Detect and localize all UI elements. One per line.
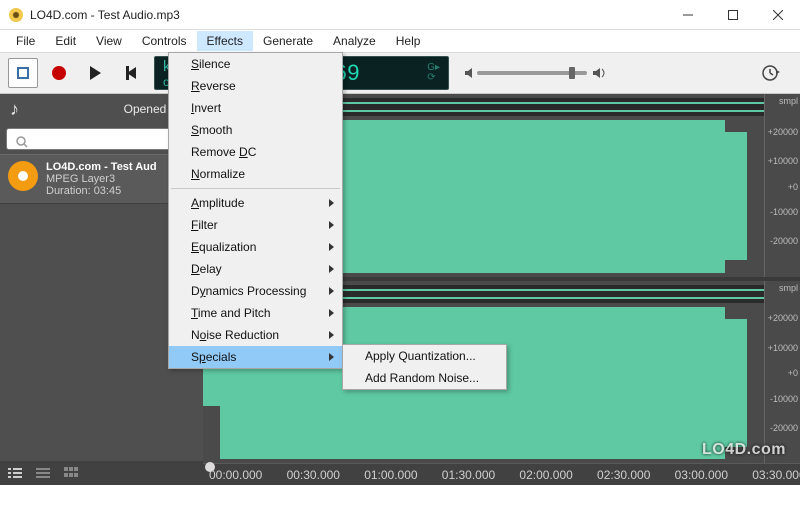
stop-button[interactable] xyxy=(8,58,38,88)
menu-view[interactable]: View xyxy=(86,31,132,51)
file-title: LO4D.com - Test Aud xyxy=(46,161,157,173)
skip-back-button[interactable] xyxy=(116,58,146,88)
menu-invert[interactable]: Invert xyxy=(169,97,342,119)
sidebar-footer xyxy=(0,461,203,485)
ruler-label: +10000 xyxy=(768,343,798,353)
menu-controls[interactable]: Controls xyxy=(132,31,197,51)
menu-equalization[interactable]: Equalization xyxy=(169,236,342,258)
menu-normalize[interactable]: Normalize xyxy=(169,163,342,185)
ruler-label: -10000 xyxy=(770,207,798,217)
ruler-label: +0 xyxy=(788,182,798,192)
window-title: LO4D.com - Test Audio.mp3 xyxy=(30,8,665,22)
volume-control[interactable] xyxy=(463,66,609,80)
toolbar: kHz o -0000: 3:12.269 G▸⟳ xyxy=(0,52,800,94)
close-button[interactable] xyxy=(755,0,800,30)
play-button[interactable] xyxy=(80,58,110,88)
menu-smooth[interactable]: Smooth xyxy=(169,119,342,141)
timeline-label: 03:00.000 xyxy=(675,468,728,482)
watermark: LO4D.com xyxy=(702,441,786,459)
view-details-icon[interactable] xyxy=(36,467,50,479)
menu-silence[interactable]: Silence xyxy=(169,53,342,75)
app-icon xyxy=(8,7,24,23)
maximize-button[interactable] xyxy=(710,0,755,30)
timeline-label: 02:00.000 xyxy=(519,468,572,482)
menu-add-random-noise[interactable]: Add Random Noise... xyxy=(343,367,506,389)
timeline-label: 01:30.000 xyxy=(442,468,495,482)
ruler-label: -20000 xyxy=(770,423,798,433)
workspace: ♪ Opened Files LO4D.com - Test Aud MPEG … xyxy=(0,94,800,485)
time-flags-icon: G▸⟳ xyxy=(427,63,440,83)
ruler-label: smpl xyxy=(779,283,798,293)
menu-file[interactable]: File xyxy=(6,31,45,51)
music-note-icon: ♪ xyxy=(10,99,19,120)
menu-remove-dc[interactable]: Remove DC xyxy=(169,141,342,163)
file-disc-icon xyxy=(8,161,38,191)
titlebar: LO4D.com - Test Audio.mp3 xyxy=(0,0,800,30)
menu-edit[interactable]: Edit xyxy=(45,31,86,51)
effects-dropdown: Silence Reverse Invert Smooth Remove DC … xyxy=(168,52,343,369)
timeline-label: 02:30.000 xyxy=(597,468,650,482)
menu-amplitude[interactable]: Amplitude xyxy=(169,192,342,214)
menu-analyze[interactable]: Analyze xyxy=(323,31,386,51)
menu-noise-reduction[interactable]: Noise Reduction xyxy=(169,324,342,346)
ruler-label: -10000 xyxy=(770,394,798,404)
history-button[interactable] xyxy=(756,58,786,88)
amplitude-ruler-right: smpl +20000 +10000 +0 -10000 -20000 xyxy=(764,281,800,464)
menu-generate[interactable]: Generate xyxy=(253,31,323,51)
timeline[interactable]: 00:00.000 00:30.000 01:00.000 01:30.000 … xyxy=(203,463,800,485)
menu-filter[interactable]: Filter xyxy=(169,214,342,236)
menubar: File Edit View Controls Effects Generate… xyxy=(0,30,800,52)
menu-apply-quantization[interactable]: Apply Quantization... xyxy=(343,345,506,367)
search-icon xyxy=(16,136,28,148)
amplitude-ruler-left: smpl +20000 +10000 +0 -10000 -20000 xyxy=(764,94,800,277)
timeline-label: 03:30.000 xyxy=(752,468,800,482)
volume-high-icon xyxy=(591,66,609,80)
record-button[interactable] xyxy=(44,58,74,88)
minimize-button[interactable] xyxy=(665,0,710,30)
specials-submenu: Apply Quantization... Add Random Noise..… xyxy=(342,344,507,390)
ruler-label: -20000 xyxy=(770,236,798,246)
view-list-icon[interactable] xyxy=(8,467,22,479)
timeline-label: 00:00.000 xyxy=(209,468,262,482)
file-duration: Duration: 03:45 xyxy=(46,185,157,197)
ruler-label: +0 xyxy=(788,368,798,378)
menu-effects[interactable]: Effects xyxy=(197,31,253,51)
timeline-label: 01:00.000 xyxy=(364,468,417,482)
ruler-label: smpl xyxy=(779,96,798,106)
file-codec: MPEG Layer3 xyxy=(46,173,157,185)
menu-reverse[interactable]: Reverse xyxy=(169,75,342,97)
menu-time-pitch[interactable]: Time and Pitch xyxy=(169,302,342,324)
volume-slider[interactable] xyxy=(477,71,587,75)
ruler-label: +10000 xyxy=(768,156,798,166)
timeline-label: 00:30.000 xyxy=(287,468,340,482)
ruler-label: +20000 xyxy=(768,127,798,137)
menu-help[interactable]: Help xyxy=(386,31,431,51)
view-grid-icon[interactable] xyxy=(64,467,78,479)
menu-dynamics[interactable]: Dynamics Processing xyxy=(169,280,342,302)
menu-delay[interactable]: Delay xyxy=(169,258,342,280)
volume-low-icon xyxy=(463,66,477,80)
menu-specials[interactable]: Specials Apply Quantization... Add Rando… xyxy=(169,346,342,368)
ruler-label: +20000 xyxy=(768,313,798,323)
clock-icon xyxy=(762,64,780,82)
